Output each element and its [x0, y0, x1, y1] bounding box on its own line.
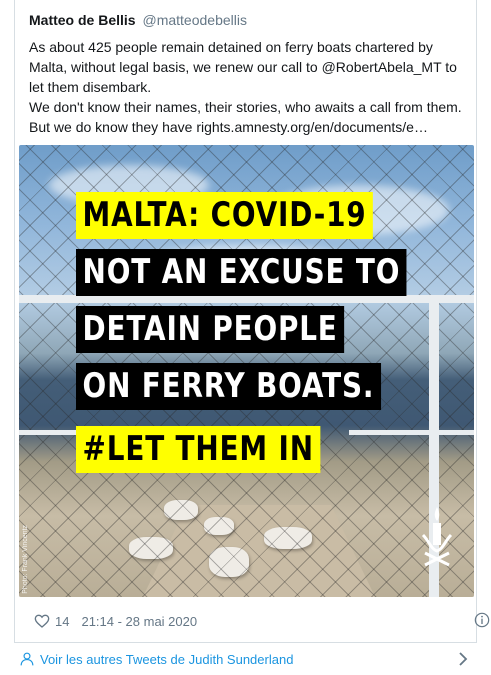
heart-icon[interactable] — [34, 613, 50, 629]
photo-credit: Photo: Frank Vincentz — [22, 525, 29, 594]
tweet-text-line: We don't know their names, their stories… — [29, 99, 462, 115]
headline-line: DETAIN PEOPLE — [76, 306, 345, 353]
tweet-header: Matteo de Bellis @matteodebellis — [29, 12, 469, 28]
amnesty-candle-logo — [421, 507, 453, 567]
tweet-text-line: But we do know they have rights.amnesty.… — [29, 119, 428, 135]
tweet-meta: 14 21:14 - 28 mai 2020 — [34, 611, 197, 631]
headline-line: NOT AN EXCUSE TO — [76, 249, 407, 296]
railing — [19, 295, 474, 303]
tweet-text-line: Malta, without legal basis, we renew our… — [29, 59, 457, 75]
tweet-text-line: let them disembark. — [29, 79, 152, 95]
headline-line: #LET THEM IN — [76, 426, 321, 473]
author-handle[interactable]: @matteodebellis — [142, 12, 247, 28]
headline-line: ON FERRY BOATS. — [76, 363, 381, 410]
tweet-text-line: As about 425 people remain detained on f… — [29, 39, 433, 55]
person-icon — [20, 652, 34, 666]
author-name[interactable]: Matteo de Bellis — [29, 12, 136, 28]
railing — [349, 430, 474, 435]
tweet-image[interactable]: MALTA: COVID-19 NOT AN EXCUSE TO DETAIN … — [19, 145, 474, 597]
view-more-tweets-label[interactable]: Voir les autres Tweets de Judith Sunderl… — [40, 652, 293, 667]
chevron-right-icon[interactable] — [458, 652, 468, 666]
view-more-tweets-link[interactable]: Voir les autres Tweets de Judith Sunderl… — [14, 643, 477, 675]
info-icon[interactable] — [474, 612, 490, 628]
tweet-timestamp[interactable]: 21:14 - 28 mai 2020 — [81, 614, 197, 629]
tweet-card[interactable]: Matteo de Bellis @matteodebellis As abou… — [14, 0, 490, 643]
tweet-text: As about 425 people remain detained on f… — [29, 37, 469, 137]
headline-line: MALTA: COVID-19 — [76, 192, 374, 239]
like-count[interactable]: 14 — [55, 614, 69, 629]
